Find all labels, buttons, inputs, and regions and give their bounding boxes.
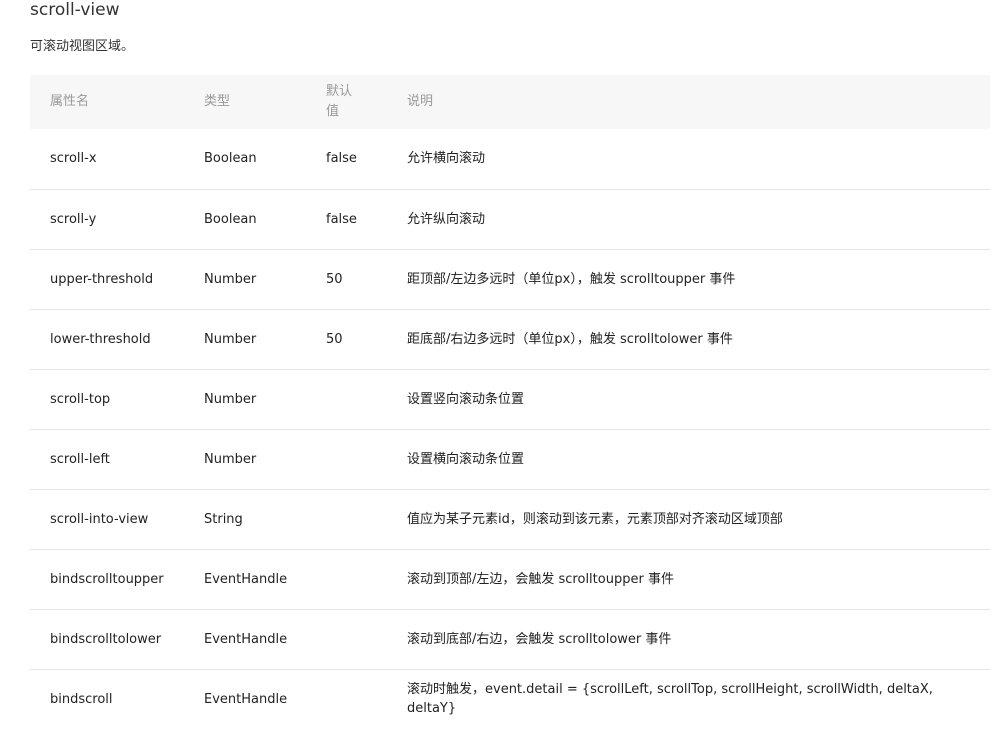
cell-description: 滚动时触发，event.detail = {scrollLeft, scroll… (407, 682, 933, 717)
cell-attribute-name: upper-threshold (50, 271, 154, 287)
cell-description: 设置竖向滚动条位置 (407, 391, 525, 407)
table-header-row: 属性名 类型 默认值 说明 (30, 75, 990, 129)
table-row: bindscrolltoupper EventHandle 滚动到顶部/左边，会… (30, 549, 990, 609)
cell-type: Number (204, 391, 257, 407)
cell-description: 距顶部/左边多远时（单位px），触发 scrolltoupper 事件 (407, 271, 736, 287)
cell-attribute-name: bindscrolltolower (50, 631, 162, 647)
cell-attribute-name: lower-threshold (50, 331, 151, 347)
table-row: scroll-into-view String 值应为某子元素id，则滚动到该元… (30, 489, 990, 549)
cell-default (306, 549, 387, 609)
cell-default (306, 369, 387, 429)
cell-type: Number (204, 331, 257, 347)
cell-description: 滚动到底部/右边，会触发 scrolltolower 事件 (407, 631, 672, 647)
table-row: lower-threshold Number 50 距底部/右边多远时（单位px… (30, 309, 990, 369)
cell-attribute-name: scroll-y (50, 211, 97, 227)
cell-description: 允许横向滚动 (407, 151, 486, 167)
header-type: 类型 (204, 94, 231, 109)
attribute-table: 属性名 类型 默认值 说明 scroll-x Boolean false 允许横… (30, 75, 990, 729)
table-row: bindscroll EventHandle 滚动时触发，event.detai… (30, 669, 990, 729)
cell-default: false (326, 151, 357, 167)
cell-type: Boolean (204, 151, 257, 167)
cell-type: Number (204, 451, 257, 467)
header-description: 说明 (407, 94, 434, 109)
cell-attribute-name: bindscroll (50, 691, 113, 707)
cell-attribute-name: bindscrolltoupper (50, 571, 164, 587)
header-attribute-name: 属性名 (50, 94, 90, 109)
table-header: 属性名 类型 默认值 说明 (30, 75, 990, 129)
cell-type: Number (204, 271, 257, 287)
cell-description: 值应为某子元素id，则滚动到该元素，元素顶部对齐滚动区域顶部 (407, 511, 783, 527)
cell-description: 距底部/右边多远时（单位px），触发 scrolltolower 事件 (407, 331, 733, 347)
cell-type: EventHandle (204, 571, 288, 587)
page-description: 可滚动视图区域。 (30, 39, 135, 54)
cell-default: 50 (326, 331, 343, 347)
table-row: scroll-y Boolean false 允许纵向滚动 (30, 189, 990, 249)
cell-default: 50 (326, 271, 343, 287)
cell-default (306, 669, 387, 729)
cell-description: 设置横向滚动条位置 (407, 451, 525, 467)
cell-default (306, 489, 387, 549)
page-title: scroll-view (30, 0, 120, 20)
cell-default (306, 429, 387, 489)
cell-description: 滚动到顶部/左边，会触发 scrolltoupper 事件 (407, 571, 674, 587)
table-row: bindscrolltolower EventHandle 滚动到底部/右边，会… (30, 609, 990, 669)
header-default-value: 默认值 (326, 84, 353, 119)
cell-type: EventHandle (204, 691, 288, 707)
table-row: scroll-top Number 设置竖向滚动条位置 (30, 369, 990, 429)
cell-type: EventHandle (204, 631, 288, 647)
table-body: scroll-x Boolean false 允许横向滚动 scroll-y B… (30, 129, 990, 729)
table-row: scroll-x Boolean false 允许横向滚动 (30, 129, 990, 189)
cell-default (306, 609, 387, 669)
cell-type: Boolean (204, 211, 257, 227)
cell-attribute-name: scroll-top (50, 391, 111, 407)
cell-attribute-name: scroll-into-view (50, 511, 149, 527)
cell-type: String (204, 511, 243, 527)
table-row: upper-threshold Number 50 距顶部/左边多远时（单位px… (30, 249, 990, 309)
cell-attribute-name: scroll-x (50, 151, 97, 167)
cell-attribute-name: scroll-left (50, 451, 110, 467)
cell-default: false (326, 211, 357, 227)
table-row: scroll-left Number 设置横向滚动条位置 (30, 429, 990, 489)
cell-description: 允许纵向滚动 (407, 211, 486, 227)
